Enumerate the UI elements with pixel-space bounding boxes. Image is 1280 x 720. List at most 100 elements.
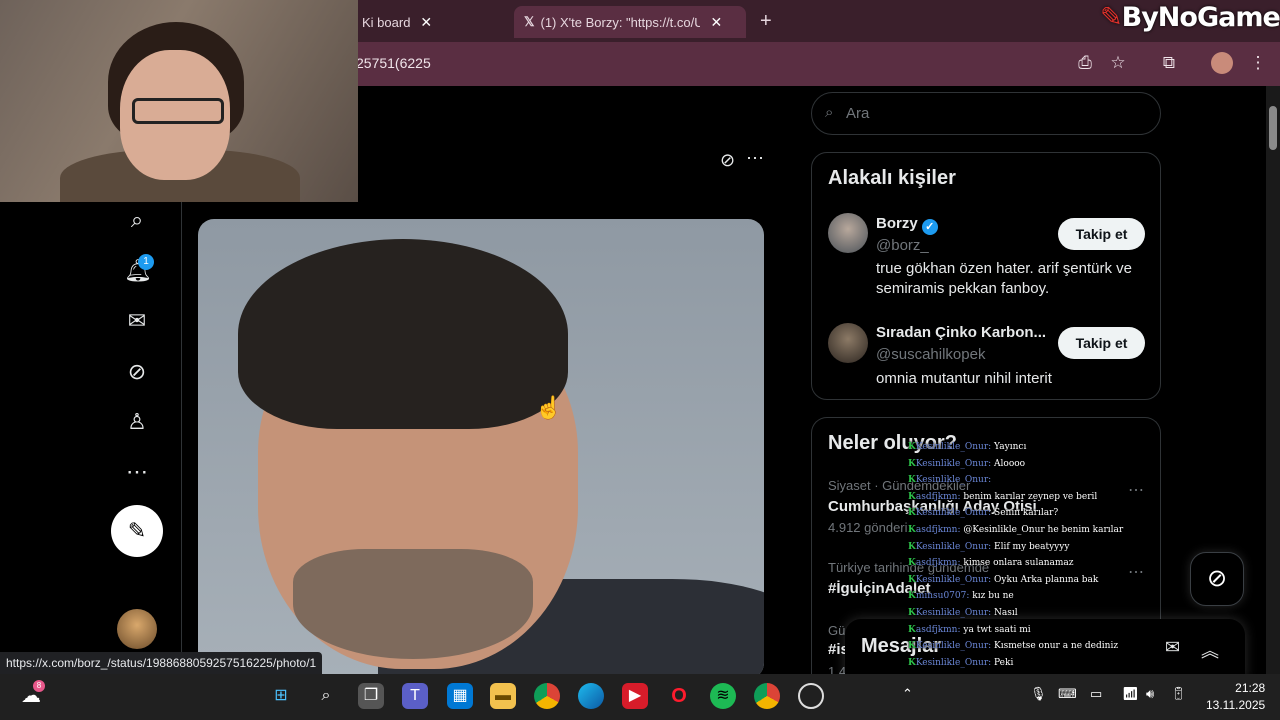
display-icon[interactable]: ▭ — [1090, 686, 1102, 702]
bynogame-logo: ✎ByNoGame — [1100, 2, 1280, 33]
chat-text: Yayıncı — [994, 442, 1027, 452]
scrollbar-thumb[interactable] — [1269, 106, 1277, 150]
chat-username: Kesinlikle_Onur: — [915, 458, 992, 469]
post-photo[interactable] — [198, 219, 764, 679]
grok-icon[interactable]: ⊘ — [124, 359, 150, 385]
chat-message: KKesinlikle_Onur: Aloooo — [908, 456, 1148, 473]
grok-floating-button[interactable]: ⊘ — [1190, 552, 1244, 606]
chat-badge-icon: K — [908, 574, 916, 585]
chat-message: Kasdfjkmn: @Kesinlikle_Onur he benim kar… — [908, 522, 1148, 539]
chevron-up-icon[interactable]: ⌃ — [902, 686, 913, 702]
extensions-icon[interactable]: ⧉ — [1158, 52, 1180, 74]
battery-icon[interactable]: 🔋︎ — [1170, 686, 1187, 702]
clock[interactable]: 21:28 13.11.2025 — [1206, 680, 1265, 714]
search-icon[interactable]: ⌕ — [124, 207, 150, 233]
chat-badge-icon: K — [908, 641, 916, 652]
more-icon[interactable]: ⋯ — [124, 459, 150, 485]
spotify-icon[interactable]: ≋ — [710, 683, 736, 709]
chat-text: kimse onlara sulanamaz — [963, 558, 1074, 569]
profile-icon[interactable]: ♙ — [124, 409, 150, 435]
chat-text: Peki — [994, 657, 1014, 668]
volume-icon[interactable]: 🔊︎ — [1146, 686, 1154, 702]
link-status-url: https://x.com/borz_/status/1988688059257… — [0, 652, 323, 674]
chat-message: KKesinlikle_Onur: Oyku Arka planına bak — [908, 572, 1148, 589]
folder-icon[interactable]: ▬ — [490, 683, 516, 709]
person-name[interactable]: Borzy ✓ — [876, 215, 938, 235]
person-bio: true gökhan özen hater. arif şentürk ve … — [876, 260, 1132, 297]
clock-date: 13.11.2025 — [1206, 698, 1266, 712]
webcam-glasses — [132, 98, 224, 124]
person-handle[interactable]: @suscahilkopek — [876, 346, 985, 363]
close-icon[interactable]: ✕ — [420, 14, 432, 31]
tab-dashboard[interactable]: Ki board ✕ — [352, 6, 502, 38]
chat-username: Kesinlikle_Onur: — [915, 508, 992, 519]
chat-text: ya twt saati mi — [963, 624, 1031, 635]
related-people-card: Alakalı kişiler Borzy ✓ @borz_ true gökha… — [811, 152, 1161, 400]
profile-avatar[interactable] — [1211, 52, 1233, 74]
search-input[interactable]: ⌕ Ara — [811, 92, 1161, 135]
menu-icon[interactable]: ⋮ — [1247, 52, 1269, 74]
keyboard-icon[interactable]: ⌨ — [1058, 686, 1077, 702]
teams-icon[interactable]: T — [402, 683, 428, 709]
chrome-profile-icon[interactable] — [754, 683, 780, 709]
obs-icon[interactable] — [798, 683, 824, 709]
wifi-icon[interactable]: 📶︎ — [1122, 686, 1139, 702]
compose-post-button[interactable]: ✎ — [111, 505, 163, 557]
chat-badge-icon: K — [908, 657, 916, 668]
chat-badge-icon: K — [908, 508, 916, 519]
new-tab-button[interactable]: + — [760, 10, 772, 33]
chat-badge-icon: K — [908, 458, 916, 469]
chat-badge-icon: K — [908, 607, 916, 618]
task-view-icon[interactable]: ❐ — [358, 683, 384, 709]
scrollbar[interactable] — [1266, 86, 1280, 676]
chat-message: Kasdfjkmn: kimse onlara sulanamaz — [908, 555, 1148, 572]
person-name[interactable]: Sıradan Çinko Karbon... — [876, 324, 1046, 341]
chat-username: Kesinlikle_Onur: — [915, 607, 992, 618]
more-icon[interactable]: ⋯ — [746, 148, 764, 169]
screen: Ki board ✕ 𝕏 (1) X'te Borzy: "https://t.… — [0, 0, 1280, 720]
chevron-up-icon[interactable]: ︽ — [1201, 637, 1219, 663]
chat-username: Kesinlikle_Onur: — [915, 574, 992, 585]
star-icon[interactable]: ☆ — [1107, 52, 1129, 74]
follow-button[interactable]: Takip et — [1058, 218, 1145, 250]
mail-icon[interactable]: ✉ — [124, 308, 150, 334]
chat-username: asdfjkmn: — [915, 558, 961, 569]
notification-badge: 1 — [138, 254, 154, 270]
follow-button[interactable]: Takip et — [1058, 327, 1145, 359]
chat-text: @Kesinlikle_Onur he benim karılar — [963, 524, 1124, 535]
install-app-icon[interactable]: ⎙ — [1074, 52, 1096, 74]
person-name-text: Borzy — [876, 215, 918, 232]
chat-message: KKesinlikle_Onur: Elif my beatyyyy — [908, 539, 1148, 556]
chat-message: KKesinlikle_Onur: Kısmetse onur a ne ded… — [908, 638, 1148, 655]
chat-badge-icon: K — [908, 541, 916, 552]
chat-username: Kesinlikle_Onur: — [915, 475, 992, 486]
chat-text: Senin karılar? — [994, 508, 1059, 519]
chat-text: Oyku Arka planına bak — [994, 574, 1099, 585]
microphone-icon[interactable]: 🎙︎ — [1030, 686, 1047, 702]
avatar[interactable] — [828, 213, 868, 253]
chat-message: KKesinlikle_Onur: — [908, 472, 1148, 489]
chat-badge-icon: K — [908, 442, 916, 452]
webcam-overlay — [0, 0, 358, 202]
chat-username: Kesinlikle_Onur: — [915, 657, 992, 668]
avatar[interactable] — [828, 323, 868, 363]
media-player-icon[interactable]: ▶ — [622, 683, 648, 709]
edge-icon[interactable] — [578, 683, 604, 709]
x-logo-icon: 𝕏 — [524, 14, 535, 29]
start-icon[interactable]: ⊞ — [268, 683, 294, 709]
opera-icon[interactable]: O — [666, 683, 692, 709]
new-message-icon[interactable]: ✉ — [1165, 637, 1180, 658]
chat-text: Kısmetse onur a ne dediniz — [994, 641, 1119, 652]
account-avatar[interactable] — [117, 609, 157, 649]
url-text[interactable]: 25751(6225 — [356, 55, 431, 71]
close-icon[interactable]: ✕ — [710, 14, 722, 31]
person-handle[interactable]: @borz_ — [876, 237, 929, 254]
store-icon[interactable]: ▦ — [447, 683, 473, 709]
tab-x-post[interactable]: 𝕏 (1) X'te Borzy: "https://t.co/UgA ✕ — [514, 6, 746, 38]
chrome-icon[interactable] — [534, 683, 560, 709]
chat-username: Kesinlikle_Onur: — [915, 541, 992, 552]
chat-username: asdfjkmn: — [915, 624, 961, 635]
search-icon[interactable]: ⌕ — [313, 683, 339, 709]
grok-icon[interactable]: ⊘ — [720, 150, 735, 171]
chat-message: Kasdfjkmn: ya twt saati mi — [908, 622, 1148, 639]
